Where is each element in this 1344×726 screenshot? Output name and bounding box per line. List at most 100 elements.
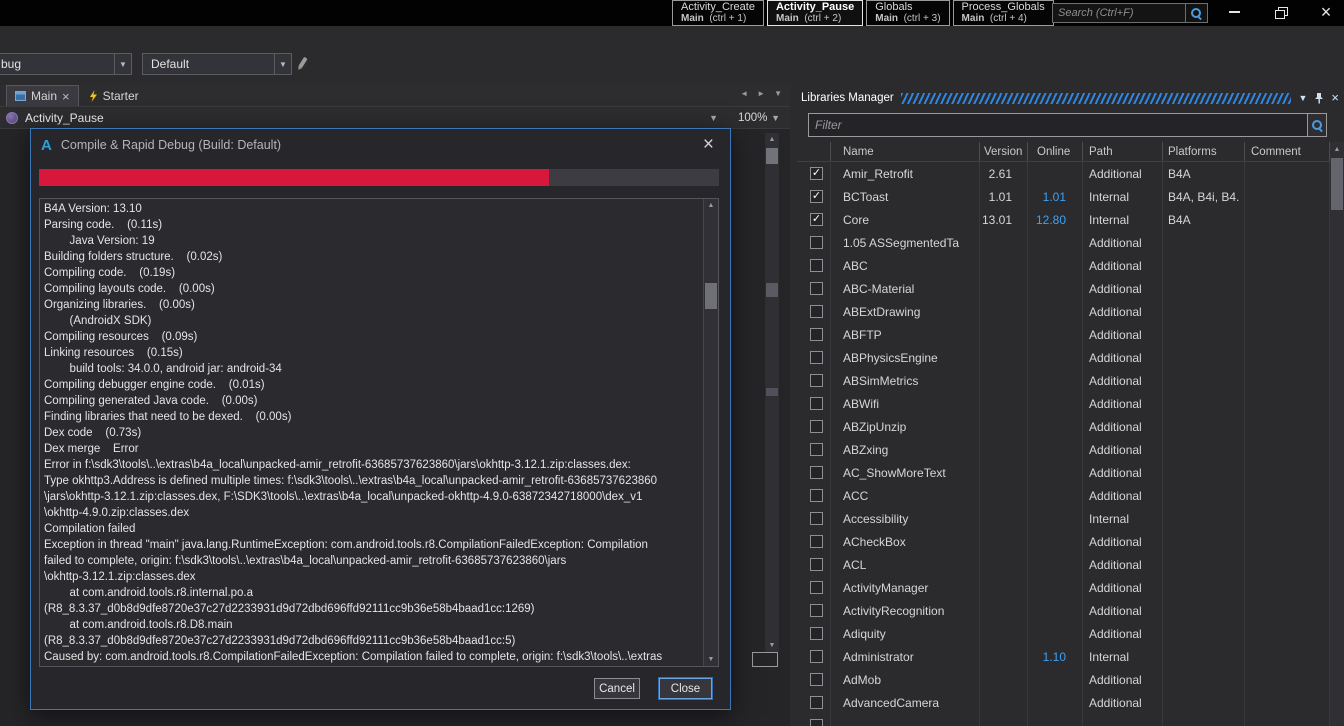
tab-list-dropdown-icon[interactable]: ▼ [774, 89, 782, 98]
scrollbar-thumb[interactable] [1331, 158, 1343, 210]
cancel-button[interactable]: Cancel [594, 678, 640, 699]
panel-title-bar[interactable]: Libraries Manager ▼ × [797, 88, 1344, 108]
compile-log-box[interactable]: B4A Version: 13.10 Parsing code. (0.11s) … [39, 198, 719, 667]
library-row[interactable]: ABC-Material Additional [797, 277, 1330, 300]
close-tab-icon[interactable]: × [62, 90, 70, 103]
library-row[interactable]: ABWifi Additional [797, 392, 1330, 415]
log-scrollbar[interactable]: ▲ ▼ [703, 199, 718, 666]
library-checkbox[interactable] [810, 328, 823, 341]
library-checkbox[interactable] [810, 512, 823, 525]
dialog-close-icon[interactable]: × [697, 135, 720, 154]
library-checkbox[interactable]: ✓ [810, 213, 823, 226]
library-checkbox[interactable] [810, 397, 823, 410]
library-checkbox[interactable] [810, 351, 823, 364]
library-row[interactable]: ACC Additional [797, 484, 1330, 507]
restore-button[interactable] [1265, 2, 1295, 22]
library-checkbox[interactable]: ✓ [810, 167, 823, 180]
library-row[interactable]: ✓ Core 13.01 12.80 Internal B4A [797, 208, 1330, 231]
library-checkbox[interactable] [810, 282, 823, 295]
library-online-version[interactable]: 1.01 [1028, 185, 1083, 208]
library-row[interactable]: ABC Additional [797, 254, 1330, 277]
minimize-button[interactable] [1219, 2, 1249, 22]
library-checkbox[interactable] [810, 466, 823, 479]
column-header-platforms[interactable]: Platforms [1163, 142, 1245, 161]
library-checkbox[interactable] [810, 696, 823, 709]
library-checkbox[interactable] [810, 673, 823, 686]
library-checkbox[interactable] [810, 558, 823, 571]
library-row[interactable]: ACheckBox Additional [797, 530, 1330, 553]
scroll-tabs-left-icon[interactable]: ◄ [740, 89, 748, 98]
editor-tab-starter[interactable]: Starter [81, 85, 147, 106]
column-header-path[interactable]: Path [1083, 142, 1163, 161]
library-checkbox[interactable] [810, 420, 823, 433]
scroll-tabs-right-icon[interactable]: ► [757, 89, 765, 98]
scroll-up-icon[interactable]: ▲ [765, 133, 779, 146]
library-row[interactable]: ActivityRecognition Additional [797, 599, 1330, 622]
search-button[interactable] [1186, 3, 1208, 23]
library-row[interactable]: Administrator 1.10 Internal [797, 645, 1330, 668]
library-checkbox[interactable] [810, 719, 823, 726]
column-header-comment[interactable]: Comment [1245, 142, 1330, 161]
scroll-up-icon[interactable]: ▲ [704, 199, 718, 212]
column-header-version[interactable]: Version [980, 142, 1028, 161]
close-window-button[interactable]: × [1311, 2, 1341, 22]
jump-tab-activity_create[interactable]: Activity_Create Main (ctrl + 1) [672, 0, 764, 26]
jump-tab-globals[interactable]: Globals Main (ctrl + 3) [866, 0, 950, 26]
library-checkbox[interactable] [810, 443, 823, 456]
library-checkbox[interactable] [810, 489, 823, 502]
library-checkbox[interactable]: ✓ [810, 190, 823, 203]
editor-tab-main[interactable]: Main × [6, 85, 79, 106]
library-row[interactable]: Accessibility Internal [797, 507, 1330, 530]
filter-search-button[interactable] [1308, 113, 1327, 137]
library-row[interactable]: ✓ Amir_Retrofit 2.61 Additional B4A [797, 162, 1330, 185]
scroll-down-icon[interactable]: ▼ [765, 639, 779, 652]
library-checkbox[interactable] [810, 236, 823, 249]
library-checkbox[interactable] [810, 535, 823, 548]
library-checkbox[interactable] [810, 259, 823, 272]
scrollbar-thumb[interactable] [705, 283, 717, 309]
module-sub-selector[interactable]: Activity_Pause ▼ [0, 107, 730, 128]
scroll-up-icon[interactable]: ▲ [1330, 143, 1344, 156]
library-row[interactable]: Adiquity Additional [797, 622, 1330, 645]
library-filter-input[interactable] [808, 113, 1308, 137]
build-configuration-dropdown[interactable]: bug ▼ [0, 53, 132, 75]
library-row[interactable]: ABZxing Additional [797, 438, 1330, 461]
panel-close-icon[interactable]: × [1331, 91, 1339, 104]
library-checkbox[interactable] [810, 627, 823, 640]
close-button[interactable]: Close [659, 678, 712, 699]
library-row[interactable]: AC_ShowMoreText Additional [797, 461, 1330, 484]
panel-menu-icon[interactable]: ▼ [1298, 93, 1307, 103]
library-online-version[interactable]: 1.10 [1028, 645, 1083, 668]
library-checkbox[interactable] [810, 650, 823, 663]
library-checkbox[interactable] [810, 604, 823, 617]
library-row[interactable]: ABPhysicsEngine Additional [797, 346, 1330, 369]
zoom-selector[interactable]: 100% ▼ [734, 107, 790, 128]
column-header-online[interactable]: Online [1028, 142, 1083, 161]
library-row[interactable]: 1.05 ASSegmentedTa Additional [797, 231, 1330, 254]
editor-corner-button[interactable] [752, 652, 778, 667]
library-row[interactable] [797, 714, 1330, 726]
library-checkbox[interactable] [810, 374, 823, 387]
library-row[interactable]: ABZipUnzip Additional [797, 415, 1330, 438]
jump-tab-process_globals[interactable]: Process_Globals Main (ctrl + 4) [952, 0, 1054, 26]
library-row[interactable]: ABExtDrawing Additional [797, 300, 1330, 323]
libraries-scrollbar[interactable]: ▲ [1330, 142, 1344, 726]
jump-tab-activity_pause[interactable]: Activity_Pause Main (ctrl + 2) [766, 0, 864, 26]
library-row[interactable]: ABSimMetrics Additional [797, 369, 1330, 392]
library-row[interactable]: ActivityManager Additional [797, 576, 1330, 599]
pin-icon[interactable] [1314, 92, 1324, 104]
library-row[interactable]: AdMob Additional [797, 668, 1330, 691]
library-row[interactable]: ✓ BCToast 1.01 1.01 Internal B4A, B4i, B4. [797, 185, 1330, 208]
layout-variant-dropdown[interactable]: Default ▼ [142, 53, 292, 75]
library-checkbox[interactable] [810, 305, 823, 318]
library-row[interactable]: AdvancedCamera Additional [797, 691, 1330, 714]
library-checkbox[interactable] [810, 581, 823, 594]
column-header-name[interactable]: Name [831, 142, 980, 161]
library-row[interactable]: ABFTP Additional [797, 323, 1330, 346]
editor-scrollbar[interactable]: ▲ ▼ [765, 133, 779, 652]
search-input[interactable] [1052, 3, 1186, 23]
library-online-version[interactable]: 12.80 [1028, 208, 1083, 231]
library-row[interactable]: ACL Additional [797, 553, 1330, 576]
scroll-down-icon[interactable]: ▼ [704, 653, 718, 666]
scrollbar-thumb[interactable] [766, 148, 778, 164]
